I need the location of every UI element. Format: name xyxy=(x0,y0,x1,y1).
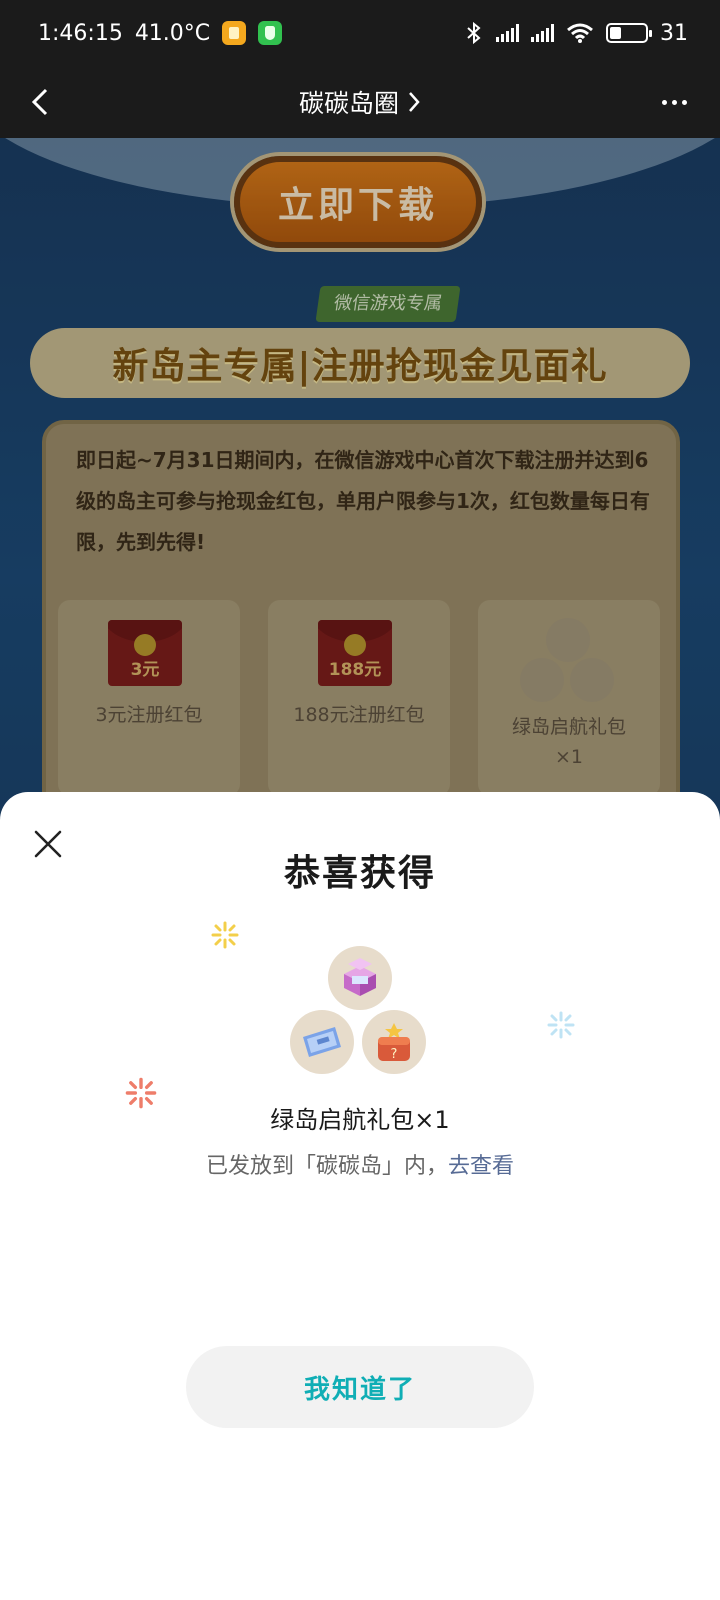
back-button[interactable] xyxy=(22,84,58,120)
nav-bar: 碳碳岛圈 xyxy=(0,66,720,138)
ticket-icon xyxy=(303,1027,341,1057)
signal-icon xyxy=(531,24,554,42)
gift-box-icon xyxy=(344,958,376,996)
treasure-chest-icon: ? xyxy=(362,1010,426,1074)
bluetooth-icon xyxy=(467,21,481,45)
more-dots-icon xyxy=(661,99,667,105)
gift-pack-image: ? xyxy=(288,946,432,1076)
security-app-icon xyxy=(258,21,283,45)
battery-level-fill xyxy=(610,27,621,39)
more-dot xyxy=(671,99,677,105)
page-title: 碳碳岛圈 xyxy=(298,89,399,118)
more-button[interactable] xyxy=(654,86,694,118)
dialog-title: 恭喜获得 xyxy=(283,853,436,894)
gift-note: 已发放到「碳碳岛」内，去查看 xyxy=(0,1148,720,1180)
nav-title-link[interactable]: 碳碳岛圈 xyxy=(299,84,421,120)
status-temperature: 41.0°C xyxy=(134,20,211,46)
more-dot xyxy=(681,99,687,105)
view-link[interactable]: 去查看 xyxy=(448,1154,514,1179)
confirm-button[interactable]: 我知道了 xyxy=(186,1346,534,1428)
battery-icon xyxy=(606,23,652,43)
status-right: 31 xyxy=(464,21,688,46)
chevron-right-icon xyxy=(409,92,420,112)
ticket-icon xyxy=(290,1010,354,1074)
treasure-chest-icon: ? xyxy=(378,1023,410,1062)
reward-dialog: 恭喜获得 ? 绿岛启航礼包×1 已发放到「碳碳岛」内，去查看 我知道了 xyxy=(0,792,720,1600)
gift-note-text: 已发放到「碳碳岛」内， xyxy=(205,1154,448,1179)
signal-icon xyxy=(496,24,519,42)
status-bar: 1:46:15 41.0°C 31 xyxy=(0,0,720,66)
chevron-left-icon xyxy=(31,88,48,116)
sparkle-icon xyxy=(547,1011,575,1039)
wifi-icon xyxy=(567,23,593,43)
confirm-button-label: 我知道了 xyxy=(303,1374,416,1405)
gift-box-icon xyxy=(328,946,392,1010)
notes-app-icon xyxy=(222,21,247,45)
gift-name: 绿岛启航礼包×1 xyxy=(270,1106,450,1134)
svg-text:?: ? xyxy=(391,1047,398,1062)
sparkle-icon xyxy=(211,921,239,949)
status-left: 1:46:15 41.0°C xyxy=(38,20,283,46)
status-time: 1:46:15 xyxy=(38,20,123,46)
battery-level: 31 xyxy=(660,20,688,46)
